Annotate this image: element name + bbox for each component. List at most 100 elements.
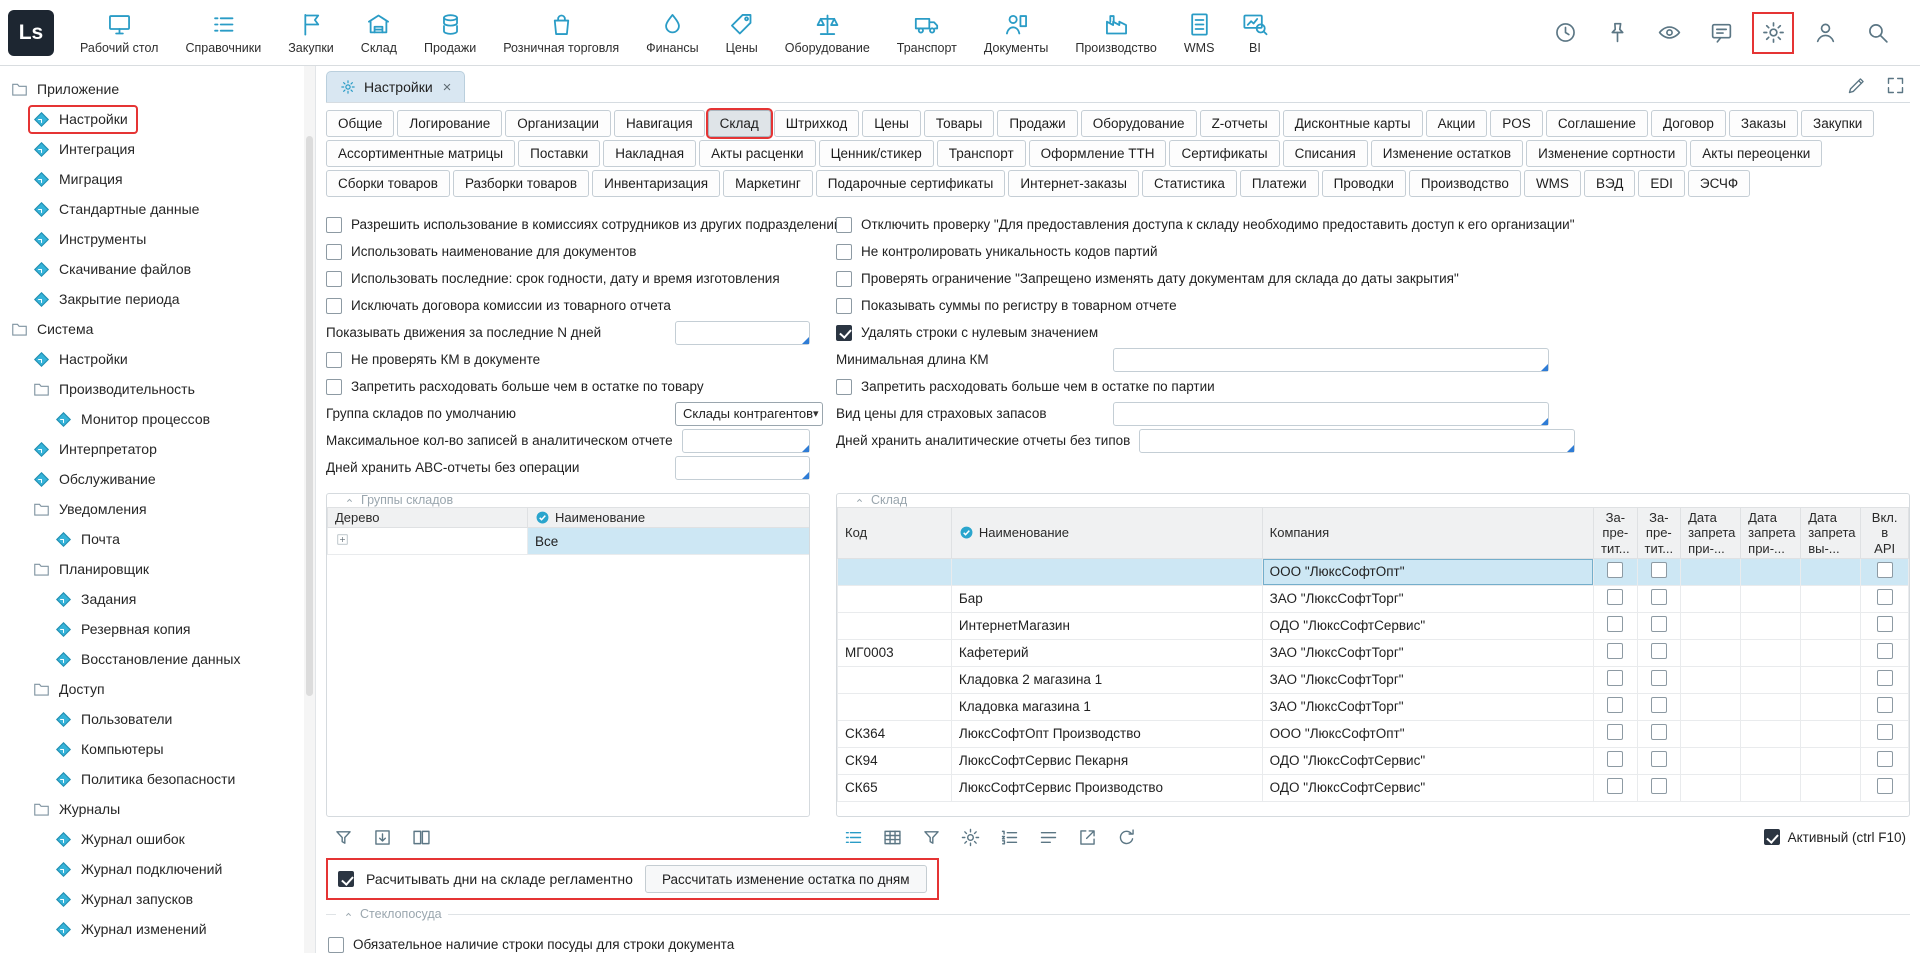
date-cell[interactable]	[1741, 693, 1801, 720]
form-input-left-9[interactable]	[675, 456, 810, 480]
eye-button[interactable]	[1650, 14, 1688, 52]
warehouse-column-header-8[interactable]: Вкл. в API	[1861, 508, 1909, 559]
form-checkbox-left-2[interactable]	[326, 271, 342, 287]
app-logo[interactable]: Ls	[8, 10, 54, 56]
name-cell[interactable]: Кафетерий	[951, 639, 1262, 666]
settings-tab-2-0[interactable]: Сборки товаров	[326, 170, 450, 197]
date-cell[interactable]	[1741, 558, 1801, 585]
settings-tab-0-1[interactable]: Логирование	[397, 110, 502, 137]
warehouse-checkbox-cell[interactable]	[1637, 774, 1681, 801]
date-cell[interactable]	[1801, 585, 1861, 612]
settings-tab-1-3[interactable]: Акты расценки	[699, 140, 815, 167]
table-view-button[interactable]	[879, 824, 905, 850]
topbar-item-directory[interactable]: Справочники	[185, 11, 261, 55]
warehouse-row-6-checkbox-3[interactable]	[1607, 724, 1623, 740]
topbar-item-transport[interactable]: Транспорт	[897, 11, 957, 55]
warehouse-row-8-checkbox-8[interactable]	[1877, 778, 1893, 794]
sidebar-item-24[interactable]: Журналы	[30, 797, 128, 822]
open-external-button[interactable]	[1074, 824, 1100, 850]
settings-tab-2-2[interactable]: Инвентаризация	[592, 170, 720, 197]
topbar-item-sales[interactable]: Продажи	[424, 11, 476, 55]
sidebar-item-13[interactable]: Обслуживание	[30, 467, 164, 492]
tab-close-icon[interactable]: ×	[443, 79, 452, 96]
date-cell[interactable]	[1741, 612, 1801, 639]
company-cell[interactable]: ООО "ЛюксСофтОпт"	[1262, 720, 1593, 747]
settings-tab-1-7[interactable]: Сертификаты	[1169, 140, 1279, 167]
sidebar-item-11[interactable]: Монитор процессов	[52, 407, 218, 432]
code-cell[interactable]	[838, 693, 952, 720]
sidebar-item-19[interactable]: Восстановление данных	[52, 647, 248, 672]
topbar-item-production[interactable]: Производство	[1075, 11, 1157, 55]
form-checkbox-right-1[interactable]	[836, 244, 852, 260]
name-cell[interactable]: Бар	[951, 585, 1262, 612]
settings-tab-1-2[interactable]: Накладная	[603, 140, 696, 167]
sidebar-item-17[interactable]: Задания	[52, 587, 144, 612]
active-filter-toggle[interactable]: Активный (ctrl F10)	[1764, 829, 1910, 845]
settings-tab-1-11[interactable]: Акты переоценки	[1690, 140, 1822, 167]
warehouse-checkbox-cell[interactable]	[1637, 585, 1681, 612]
warehouse-row-5-checkbox-4[interactable]	[1651, 697, 1667, 713]
company-cell[interactable]: ООО "ЛюксСофтОпт"	[1262, 558, 1593, 585]
warehouse-checkbox-cell[interactable]	[1594, 666, 1638, 693]
warehouse-checkbox-cell[interactable]	[1594, 720, 1638, 747]
warehouse-row-3-checkbox-4[interactable]	[1651, 643, 1667, 659]
settings-tab-0-8[interactable]: Продажи	[997, 110, 1077, 137]
company-cell[interactable]: ЗАО "ЛюксСофтТорг"	[1262, 585, 1593, 612]
settings-tab-1-6[interactable]: Оформление ТТН	[1029, 140, 1167, 167]
form-input-right-8[interactable]	[1139, 429, 1575, 453]
company-cell[interactable]: ЗАО "ЛюксСофтТорг"	[1262, 666, 1593, 693]
warehouse-checkbox-cell[interactable]	[1861, 585, 1909, 612]
sidebar-item-15[interactable]: Почта	[52, 527, 128, 552]
settings-tab-1-1[interactable]: Поставки	[518, 140, 600, 167]
sidebar-item-5[interactable]: Инструменты	[30, 227, 154, 252]
form-checkbox-left-0[interactable]	[326, 217, 342, 233]
warehouse-checkbox-cell[interactable]	[1637, 612, 1681, 639]
search-button[interactable]	[1858, 14, 1896, 52]
settings-tab-0-4[interactable]: Склад	[708, 110, 771, 137]
settings-tab-1-8[interactable]: Списания	[1283, 140, 1368, 167]
date-cell[interactable]	[1741, 720, 1801, 747]
warehouse-column-header-7[interactable]: Дата запрета вы-...	[1801, 508, 1861, 559]
warehouse-row-7-checkbox-4[interactable]	[1651, 751, 1667, 767]
warehouse-row-2-checkbox-8[interactable]	[1877, 616, 1893, 632]
form-input-left-8[interactable]	[682, 429, 810, 453]
sidebar-scrollbar[interactable]	[304, 66, 315, 953]
form-checkbox-right-0[interactable]	[836, 217, 852, 233]
warehouse-row-0-checkbox-4[interactable]	[1651, 562, 1667, 578]
warehouse-column-header-3[interactable]: За- пре- тит...	[1594, 508, 1638, 559]
collapse-chevron-icon[interactable]	[853, 494, 866, 507]
sidebar-item-0[interactable]: Приложение	[8, 77, 127, 102]
settings-tab-0-5[interactable]: Штрихкод	[774, 110, 860, 137]
settings-tab-0-9[interactable]: Оборудование	[1081, 110, 1197, 137]
topbar-item-purchase[interactable]: Закупки	[288, 11, 334, 55]
topbar-item-warehouse[interactable]: Склад	[361, 11, 397, 55]
name-cell[interactable]: ЛюксСофтСервис Производство	[951, 774, 1262, 801]
warehouse-row-3-checkbox-8[interactable]	[1877, 643, 1893, 659]
date-cell[interactable]	[1801, 558, 1861, 585]
warehouse-column-header-5[interactable]: Дата запрета при-...	[1681, 508, 1741, 559]
settings-gear-button[interactable]	[1754, 14, 1792, 52]
sidebar-item-1[interactable]: Настройки	[30, 107, 136, 132]
warehouse-row-2-checkbox-3[interactable]	[1607, 616, 1623, 632]
form-checkbox-right-3[interactable]	[836, 298, 852, 314]
user-button[interactable]	[1806, 14, 1844, 52]
warehouse-row-1-checkbox-8[interactable]	[1877, 589, 1893, 605]
form-checkbox-right-4[interactable]	[836, 325, 852, 341]
warehouse-row-5-checkbox-3[interactable]	[1607, 697, 1623, 713]
warehouse-table-row-8[interactable]: СК65ЛюксСофтСервис ПроизводствоОДО "Люкс…	[838, 774, 1909, 801]
numbered-list-button[interactable]	[996, 824, 1022, 850]
sidebar-item-20[interactable]: Доступ	[30, 677, 113, 702]
settings-tab-0-15[interactable]: Договор	[1651, 110, 1726, 137]
name-cell[interactable]: ЛюксСофтОпт Производство	[951, 720, 1262, 747]
warehouse-checkbox-cell[interactable]	[1594, 693, 1638, 720]
date-cell[interactable]	[1801, 774, 1861, 801]
columns-button[interactable]	[408, 824, 434, 850]
settings-tab-2-3[interactable]: Маркетинг	[723, 170, 813, 197]
settings-tab-0-3[interactable]: Навигация	[614, 110, 705, 137]
settings-tab-2-12[interactable]: EDI	[1638, 170, 1685, 197]
settings-tab-2-9[interactable]: Производство	[1409, 170, 1521, 197]
form-checkbox-right-2[interactable]	[836, 271, 852, 287]
date-cell[interactable]	[1741, 774, 1801, 801]
warehouse-checkbox-cell[interactable]	[1861, 747, 1909, 774]
code-cell[interactable]	[838, 558, 952, 585]
